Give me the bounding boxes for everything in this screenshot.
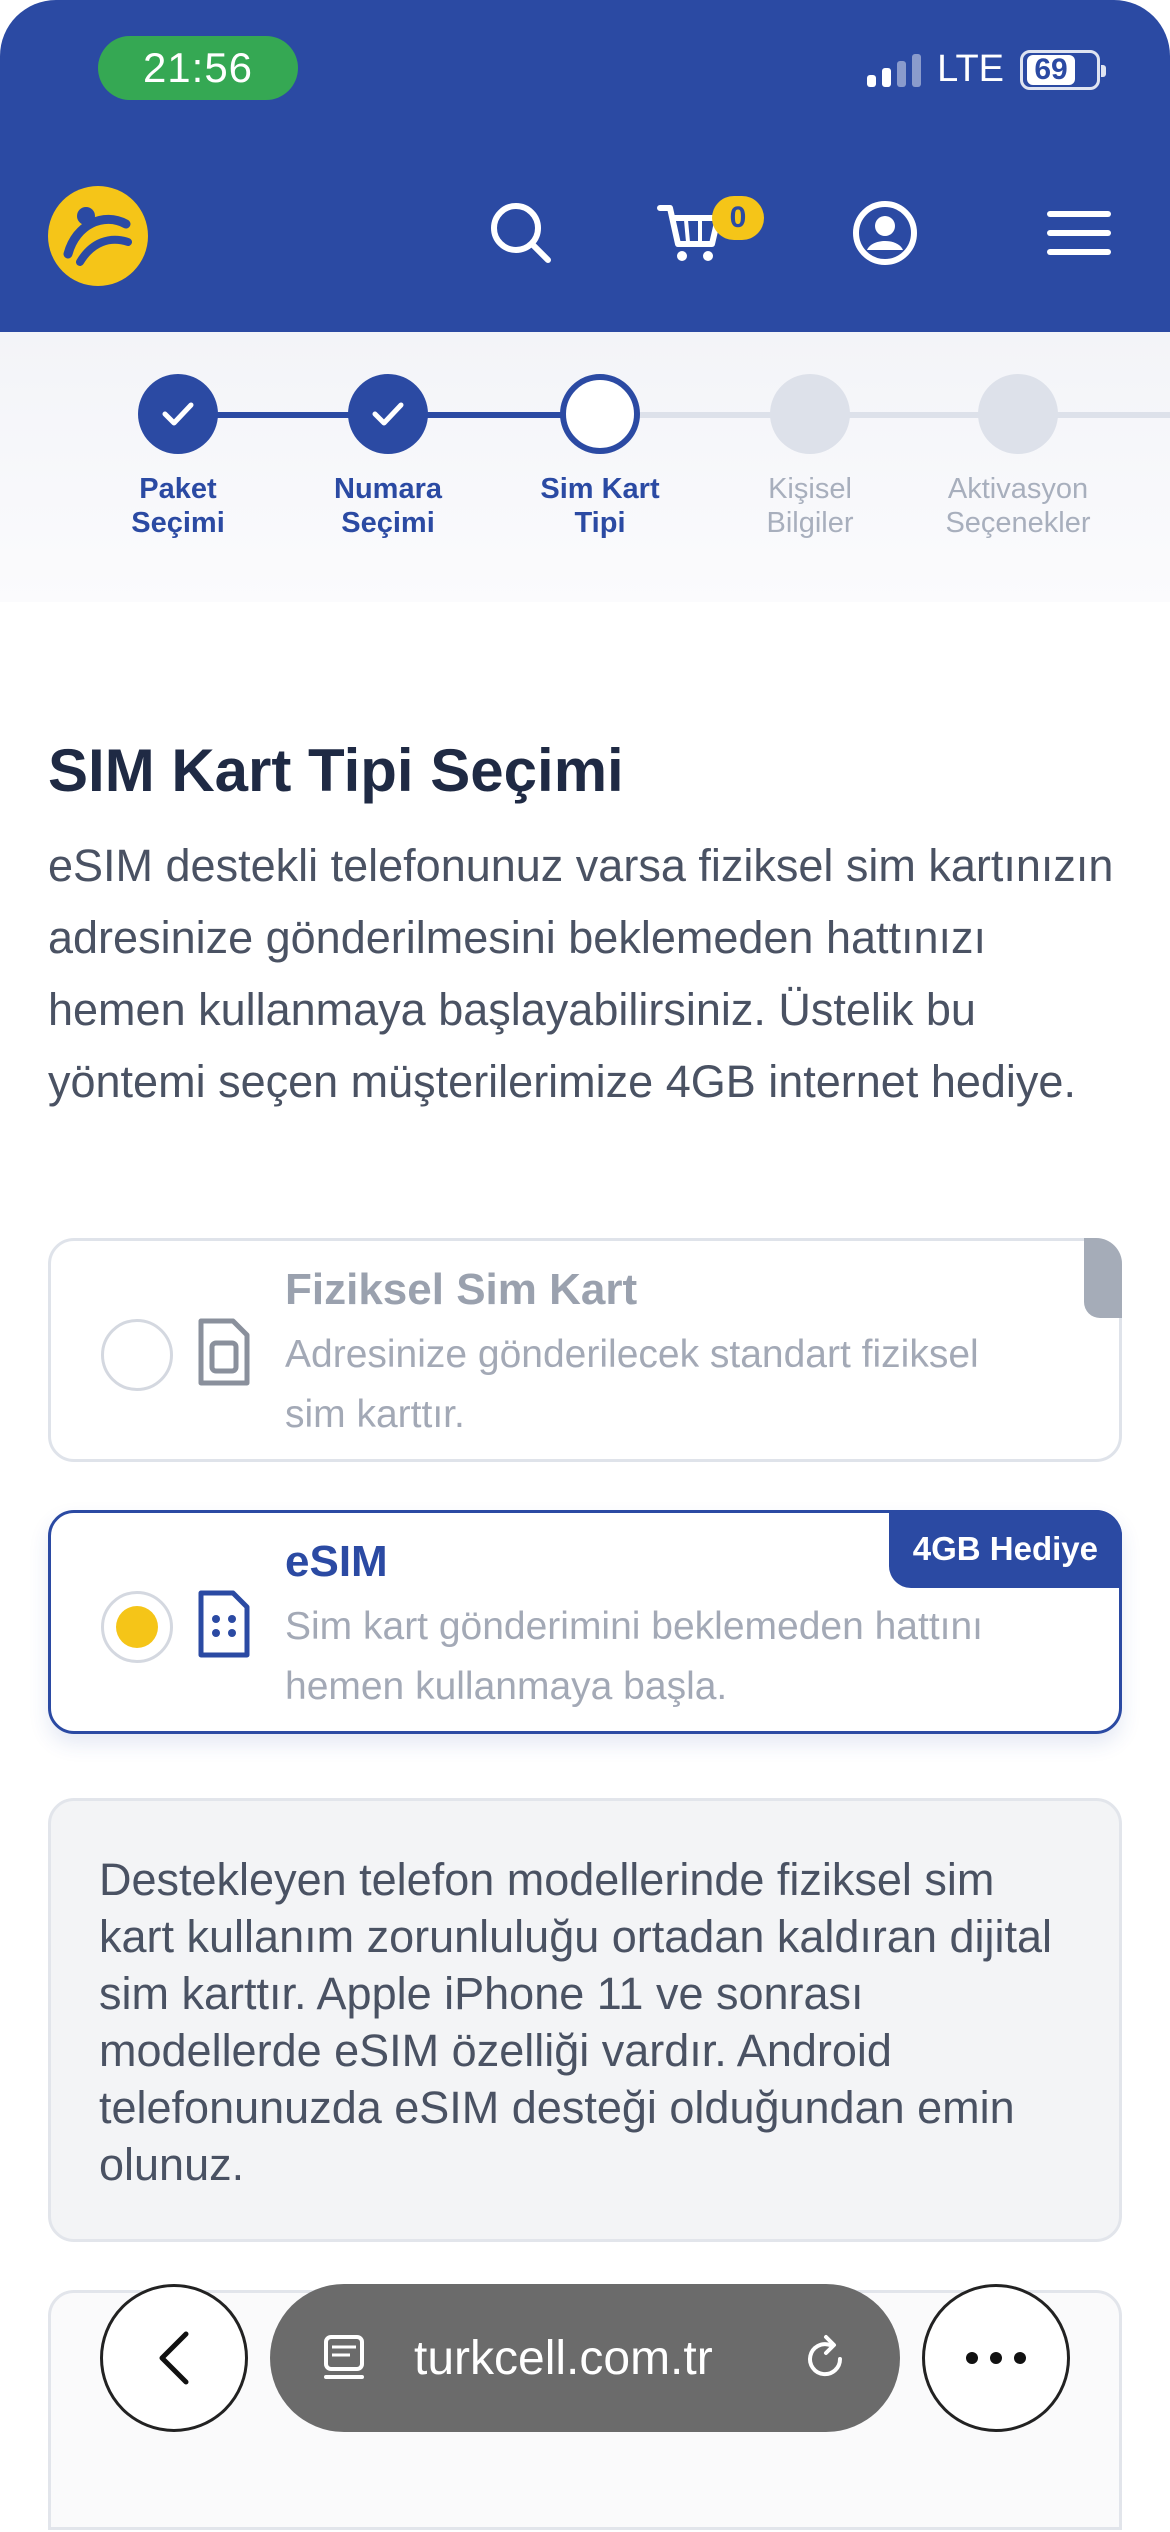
cart-count-badge: 0 <box>712 196 764 240</box>
pending-step-dot <box>978 374 1058 454</box>
browser-url: turkcell.com.tr <box>414 2331 713 2385</box>
step-label: Kişisel Bilgiler <box>766 473 854 539</box>
pending-step-dot <box>770 374 850 454</box>
turkcell-logo[interactable] <box>46 184 150 288</box>
check-icon <box>348 374 428 454</box>
step-label: Aktivasyon Seçenekler <box>945 473 1091 539</box>
step-label: Sim Kart Tipi <box>540 473 660 539</box>
physical-sim-subtitle: Adresinize gönderilecek standart fizikse… <box>285 1333 979 1436</box>
step-aktivasyon-secenekleri: Aktivasyon Seçenekler <box>908 374 1128 540</box>
app-header: 21:56 LTE 69 0 <box>0 0 1170 332</box>
browser-back-button[interactable] <box>100 2284 248 2432</box>
nav-row: 0 <box>0 178 1170 298</box>
progress-stepper: Paket Seçimi Numara Seçimi Sim Kart Tipi Ki… <box>0 332 1170 602</box>
menu-icon[interactable] <box>1044 198 1114 268</box>
page-title: SIM Kart Tipi Seçimi <box>48 737 624 804</box>
physical-sim-title: Fiziksel Sim Kart <box>285 1265 638 1314</box>
esim-radio[interactable] <box>101 1591 173 1663</box>
check-icon <box>138 374 218 454</box>
status-indicators: LTE 69 <box>867 48 1106 91</box>
physical-sim-radio[interactable] <box>101 1319 173 1391</box>
more-dots-icon <box>966 2352 1026 2364</box>
reload-icon[interactable] <box>800 2333 850 2383</box>
esim-title: eSIM <box>285 1537 388 1586</box>
sim-card-icon <box>198 1318 250 1386</box>
esim-info-box: Destekleyen telefon modellerinde fizikse… <box>48 1798 1122 2242</box>
step-label: Numara Seçimi <box>334 473 442 539</box>
browser-more-button[interactable] <box>922 2284 1070 2432</box>
browser-address-bar[interactable]: turkcell.com.tr <box>270 2284 900 2432</box>
search-icon[interactable] <box>486 198 556 268</box>
esim-icon <box>198 1590 250 1658</box>
gift-badge: 4GB Hediye <box>888 1510 1122 1588</box>
chevron-left-icon <box>159 2331 189 2385</box>
step-sim-kart-tipi[interactable]: Sim Kart Tipi <box>490 374 710 540</box>
esim-subtitle: Sim kart gönderimini beklemeden hattını … <box>285 1605 984 1708</box>
battery-level: 69 <box>1027 53 1075 86</box>
battery-icon: 69 <box>1020 49 1106 90</box>
current-step-dot <box>560 374 640 454</box>
signal-icon <box>867 53 922 87</box>
step-kisisel-bilgiler: Kişisel Bilgiler <box>700 374 920 540</box>
option-physical-sim[interactable]: Fiziksel Sim Kart Adresinize gönderilece… <box>48 1238 1122 1462</box>
network-label: LTE <box>937 48 1004 90</box>
step-label: Paket Seçimi <box>131 473 225 539</box>
page-description: eSIM destekli telefonunuz varsa fiziksel… <box>48 840 1114 1107</box>
step-numara-secimi[interactable]: Numara Seçimi <box>278 374 498 540</box>
page-menu-icon[interactable] <box>320 2333 370 2383</box>
card-corner-tab <box>1084 1238 1122 1318</box>
account-icon[interactable] <box>850 198 920 268</box>
status-time: 21:56 <box>98 36 298 100</box>
option-esim[interactable]: 4GB Hediye eSIM Sim kart gönderimini bek… <box>48 1510 1122 1734</box>
step-paket-secimi[interactable]: Paket Seçimi <box>68 374 288 540</box>
